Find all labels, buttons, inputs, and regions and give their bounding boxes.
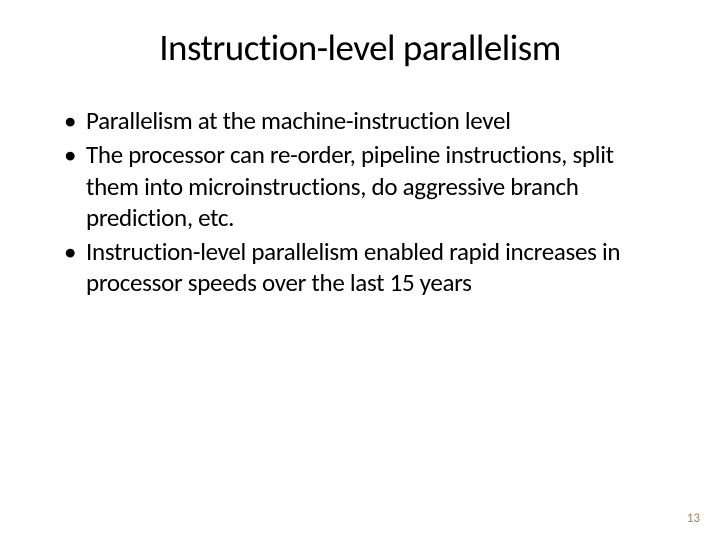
slide-container: Instruction-level parallelism Parallelis…	[0, 0, 720, 540]
bullet-item: The processor can re-order, pipeline ins…	[64, 139, 670, 233]
bullet-list: Parallelism at the machine-instruction l…	[50, 105, 670, 299]
bullet-item: Parallelism at the machine-instruction l…	[64, 105, 670, 136]
slide-title: Instruction-level parallelism	[50, 25, 670, 70]
bullet-item: Instruction-level parallelism enabled ra…	[64, 236, 670, 299]
page-number: 13	[687, 511, 700, 526]
